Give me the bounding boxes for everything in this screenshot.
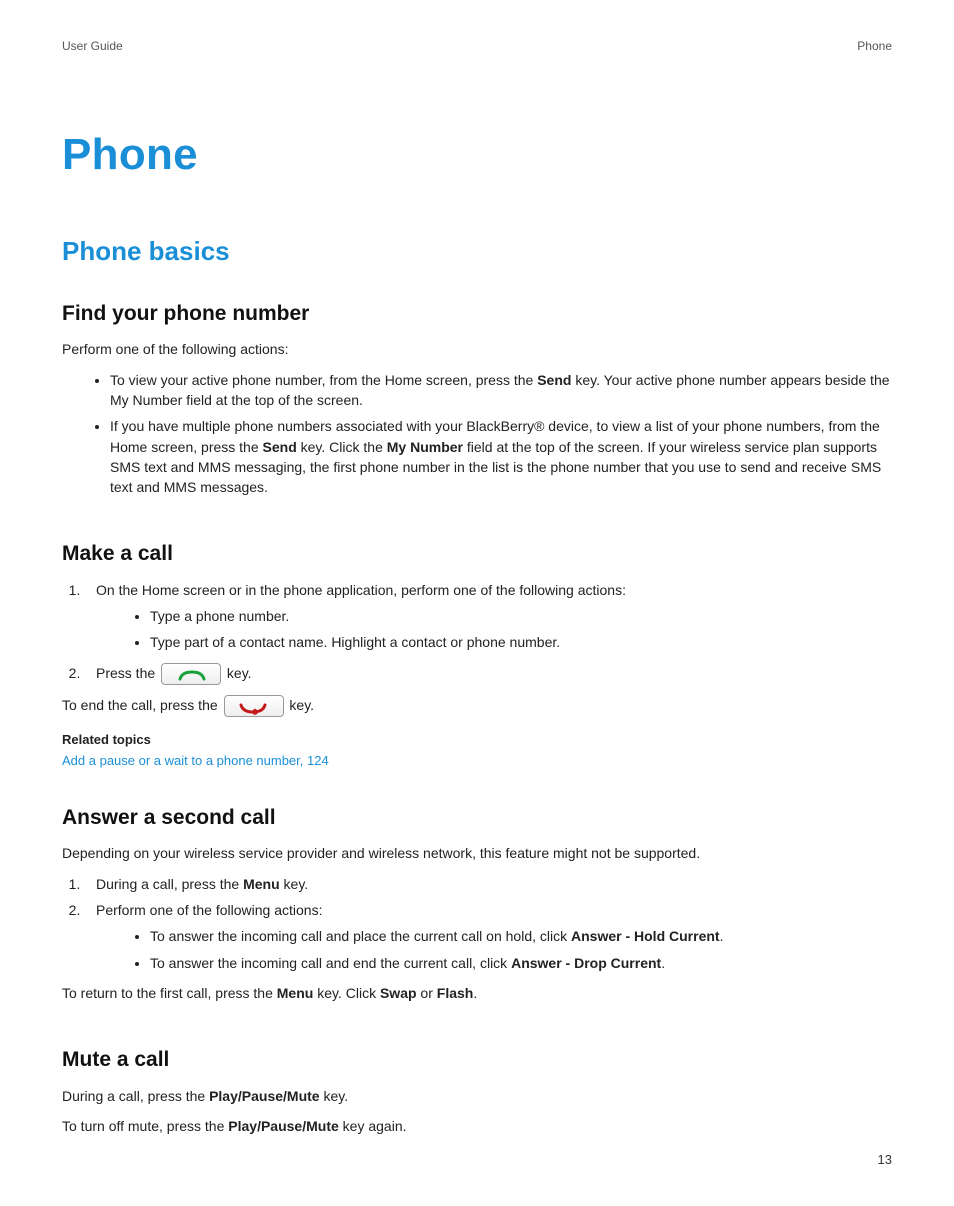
- bold-text: Answer - Hold Current: [571, 928, 720, 944]
- text-run: key. Click: [313, 985, 380, 1001]
- end-key-icon: [224, 695, 284, 717]
- text-run: .: [720, 928, 724, 944]
- step-item: Press the key.: [92, 663, 892, 685]
- return-call-text: To return to the first call, press the M…: [62, 983, 892, 1003]
- list-item: If you have multiple phone numbers assoc…: [110, 416, 892, 497]
- list-item: To answer the incoming call and place th…: [150, 926, 892, 946]
- mute-line-2: To turn off mute, press the Play/Pause/M…: [62, 1116, 892, 1136]
- bold-text: Send: [263, 439, 297, 455]
- text-run: Perform one of the following actions:: [96, 902, 322, 918]
- text-run: .: [661, 955, 665, 971]
- step-item: Perform one of the following actions: To…: [92, 900, 892, 973]
- sub-heading-answer-second: Answer a second call: [62, 803, 892, 833]
- bold-text: Swap: [380, 985, 417, 1001]
- text-run: To answer the incoming call and place th…: [150, 928, 571, 944]
- end-call-text: To end the call, press the key.: [62, 695, 892, 717]
- text-run: key. Click the: [297, 439, 387, 455]
- text-run: To end the call, press the: [62, 697, 222, 713]
- text-run: key.: [286, 697, 315, 713]
- text-run: key.: [280, 876, 309, 892]
- text-run: .: [473, 985, 477, 1001]
- text-run: On the Home screen or in the phone appli…: [96, 582, 626, 598]
- text-run: During a call, press the: [62, 1088, 209, 1104]
- text-run: To return to the first call, press the: [62, 985, 277, 1001]
- sub-heading-mute: Mute a call: [62, 1045, 892, 1075]
- sub-heading-find-number: Find your phone number: [62, 299, 892, 329]
- text-run: Press the: [96, 665, 159, 681]
- text-run: To turn off mute, press the: [62, 1118, 228, 1134]
- header-right: Phone: [857, 38, 892, 55]
- bold-text: Play/Pause/Mute: [228, 1118, 339, 1134]
- list-item: Type part of a contact name. Highlight a…: [150, 632, 892, 652]
- text-run: key.: [320, 1088, 349, 1104]
- related-link[interactable]: Add a pause or a wait to a phone number,…: [62, 752, 892, 771]
- text-run: key.: [223, 665, 252, 681]
- bold-text: Menu: [277, 985, 314, 1001]
- text-run: During a call, press the: [96, 876, 243, 892]
- bold-text: Flash: [437, 985, 474, 1001]
- list-item: To answer the incoming call and end the …: [150, 953, 892, 973]
- section-heading: Phone basics: [62, 233, 892, 271]
- feature-note: Depending on your wireless service provi…: [62, 843, 892, 863]
- list-item: Type a phone number.: [150, 606, 892, 626]
- sub-heading-make-call: Make a call: [62, 539, 892, 569]
- text-run: To answer the incoming call and end the …: [150, 955, 511, 971]
- page-title: Phone: [62, 123, 892, 187]
- bold-text: Answer - Drop Current: [511, 955, 661, 971]
- mute-line-1: During a call, press the Play/Pause/Mute…: [62, 1086, 892, 1106]
- list-item: To view your active phone number, from t…: [110, 370, 892, 411]
- header-left: User Guide: [62, 38, 123, 55]
- send-key-icon: [161, 663, 221, 685]
- bold-text: Play/Pause/Mute: [209, 1088, 320, 1104]
- text-run: or: [417, 985, 437, 1001]
- step-item: During a call, press the Menu key.: [92, 874, 892, 894]
- text-run: To view your active phone number, from t…: [110, 372, 537, 388]
- text-run: key again.: [339, 1118, 407, 1134]
- step-item: On the Home screen or in the phone appli…: [92, 580, 892, 653]
- bold-text: Send: [537, 372, 571, 388]
- intro-text: Perform one of the following actions:: [62, 339, 892, 359]
- page-number: 13: [878, 1151, 892, 1170]
- bold-text: My Number: [387, 439, 463, 455]
- bold-text: Menu: [243, 876, 280, 892]
- related-topics-heading: Related topics: [62, 731, 892, 750]
